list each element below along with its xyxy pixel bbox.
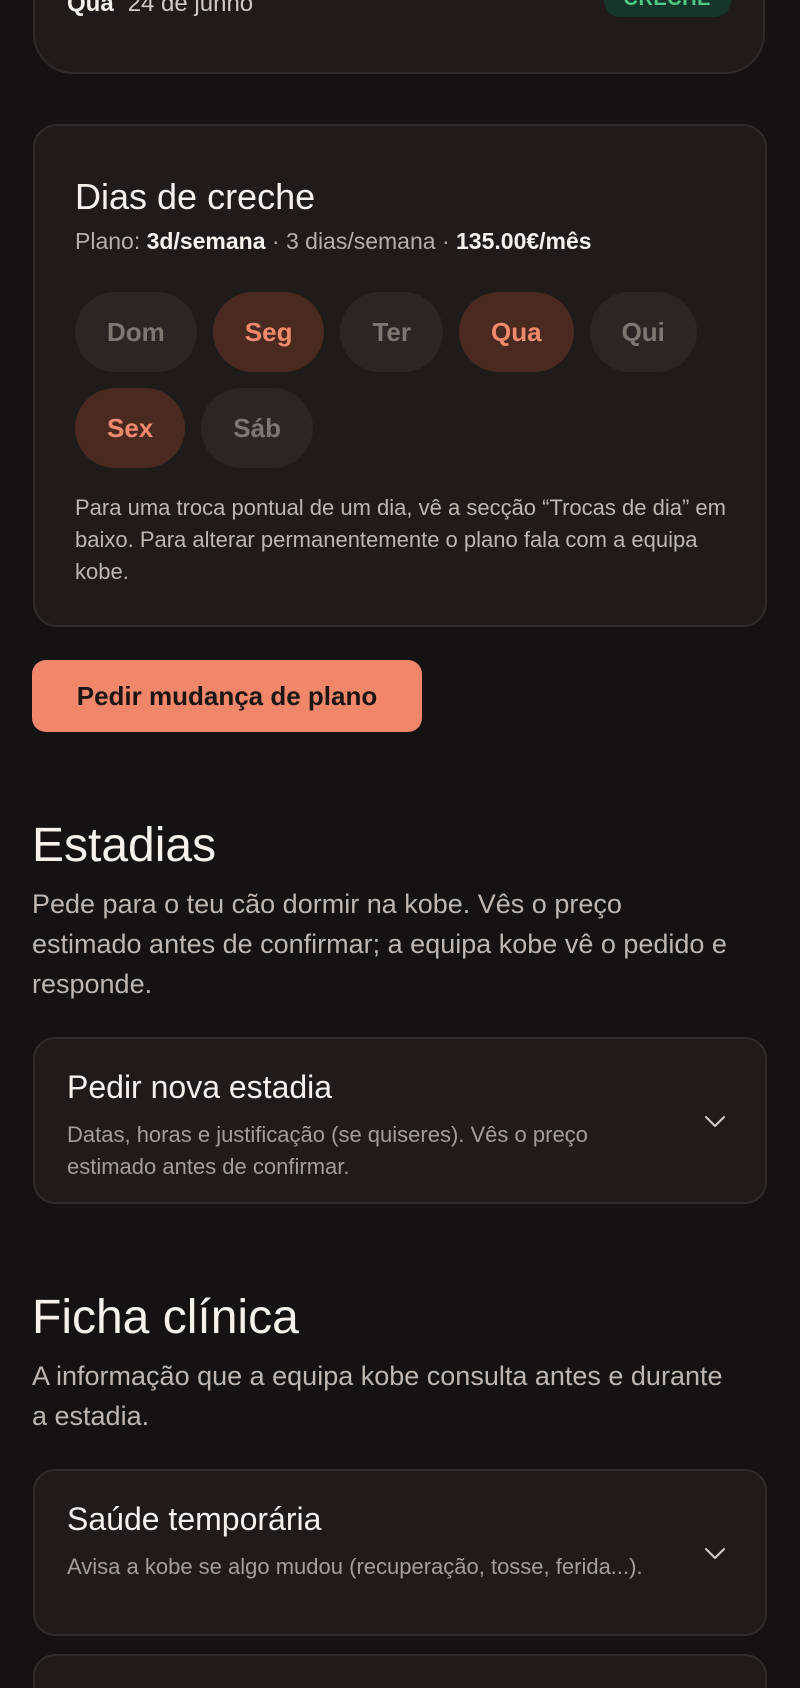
chevron-down-icon[interactable] (703, 1109, 727, 1133)
weekday-toggle[interactable]: Sex (75, 388, 186, 468)
stays-section-title: Estadias (32, 819, 217, 872)
temporary-health-accordion[interactable]: Saúde temporária Avisa a kobe se algo mu… (33, 1469, 767, 1636)
weekday-toggle[interactable]: Seg (212, 292, 325, 372)
clinical-section-description: A informação que a equipa kobe consulta … (32, 1361, 723, 1431)
next-clinical-card[interactable] (33, 1654, 767, 1688)
request-stay-title: Pedir nova estadia (67, 1069, 333, 1105)
weekday-toggle[interactable]: Dom (75, 292, 197, 372)
temporary-health-title: Saúde temporária (67, 1501, 322, 1537)
upcoming-day-card[interactable]: Qua 24 de junho CRECHE (33, 0, 765, 74)
chevron-down-icon[interactable] (703, 1541, 727, 1565)
plan-name: 3d/semana (146, 228, 266, 254)
plan-prefix: Plano: (75, 228, 141, 254)
service-type-badge: CRECHE (603, 0, 731, 17)
request-stay-accordion[interactable]: Pedir nova estadia Datas, horas e justif… (33, 1037, 767, 1204)
upcoming-day-weekday: Qua (67, 0, 114, 17)
creche-days-title: Dias de creche (75, 176, 316, 217)
clinical-section-title: Ficha clínica (32, 1291, 299, 1344)
stays-section-description: Pede para o teu cão dormir na kobe. Vês … (32, 889, 727, 999)
plan-separator: · (441, 228, 450, 254)
weekday-toggle[interactable]: Qui (589, 292, 697, 372)
weekday-toggle[interactable]: Sáb (201, 388, 313, 468)
upcoming-day-date: 24 de junho (127, 0, 254, 17)
weekday-toggle[interactable]: Qua (459, 292, 574, 372)
weekday-toggle[interactable]: Ter (340, 292, 443, 372)
temporary-health-subtitle: Avisa a kobe se algo mudou (recuperação,… (67, 1554, 643, 1579)
creche-note: Para uma troca pontual de um dia, vê a s… (75, 495, 726, 584)
upcoming-day-row: Qua 24 de junho (67, 0, 253, 18)
creche-days-card: Dias de creche Plano: 3d/semana · 3 dias… (33, 124, 767, 627)
request-stay-subtitle: Datas, horas e justificação (se quiseres… (67, 1122, 588, 1179)
page: Qua 24 de junho CRECHE Dias de creche Pla… (0, 0, 800, 1688)
weekday-selector: Dom Seg Ter Qua Qui Sex Sáb (75, 292, 725, 468)
plan-separator: · (271, 228, 280, 254)
plan-days-per-week: 3 dias/semana (285, 228, 436, 254)
request-plan-change-button[interactable]: Pedir mudança de plano (32, 660, 422, 732)
plan-price: 135.00€/mês (456, 228, 592, 254)
creche-plan-summary: Plano: 3d/semana · 3 dias/semana · 135.0… (75, 228, 592, 255)
